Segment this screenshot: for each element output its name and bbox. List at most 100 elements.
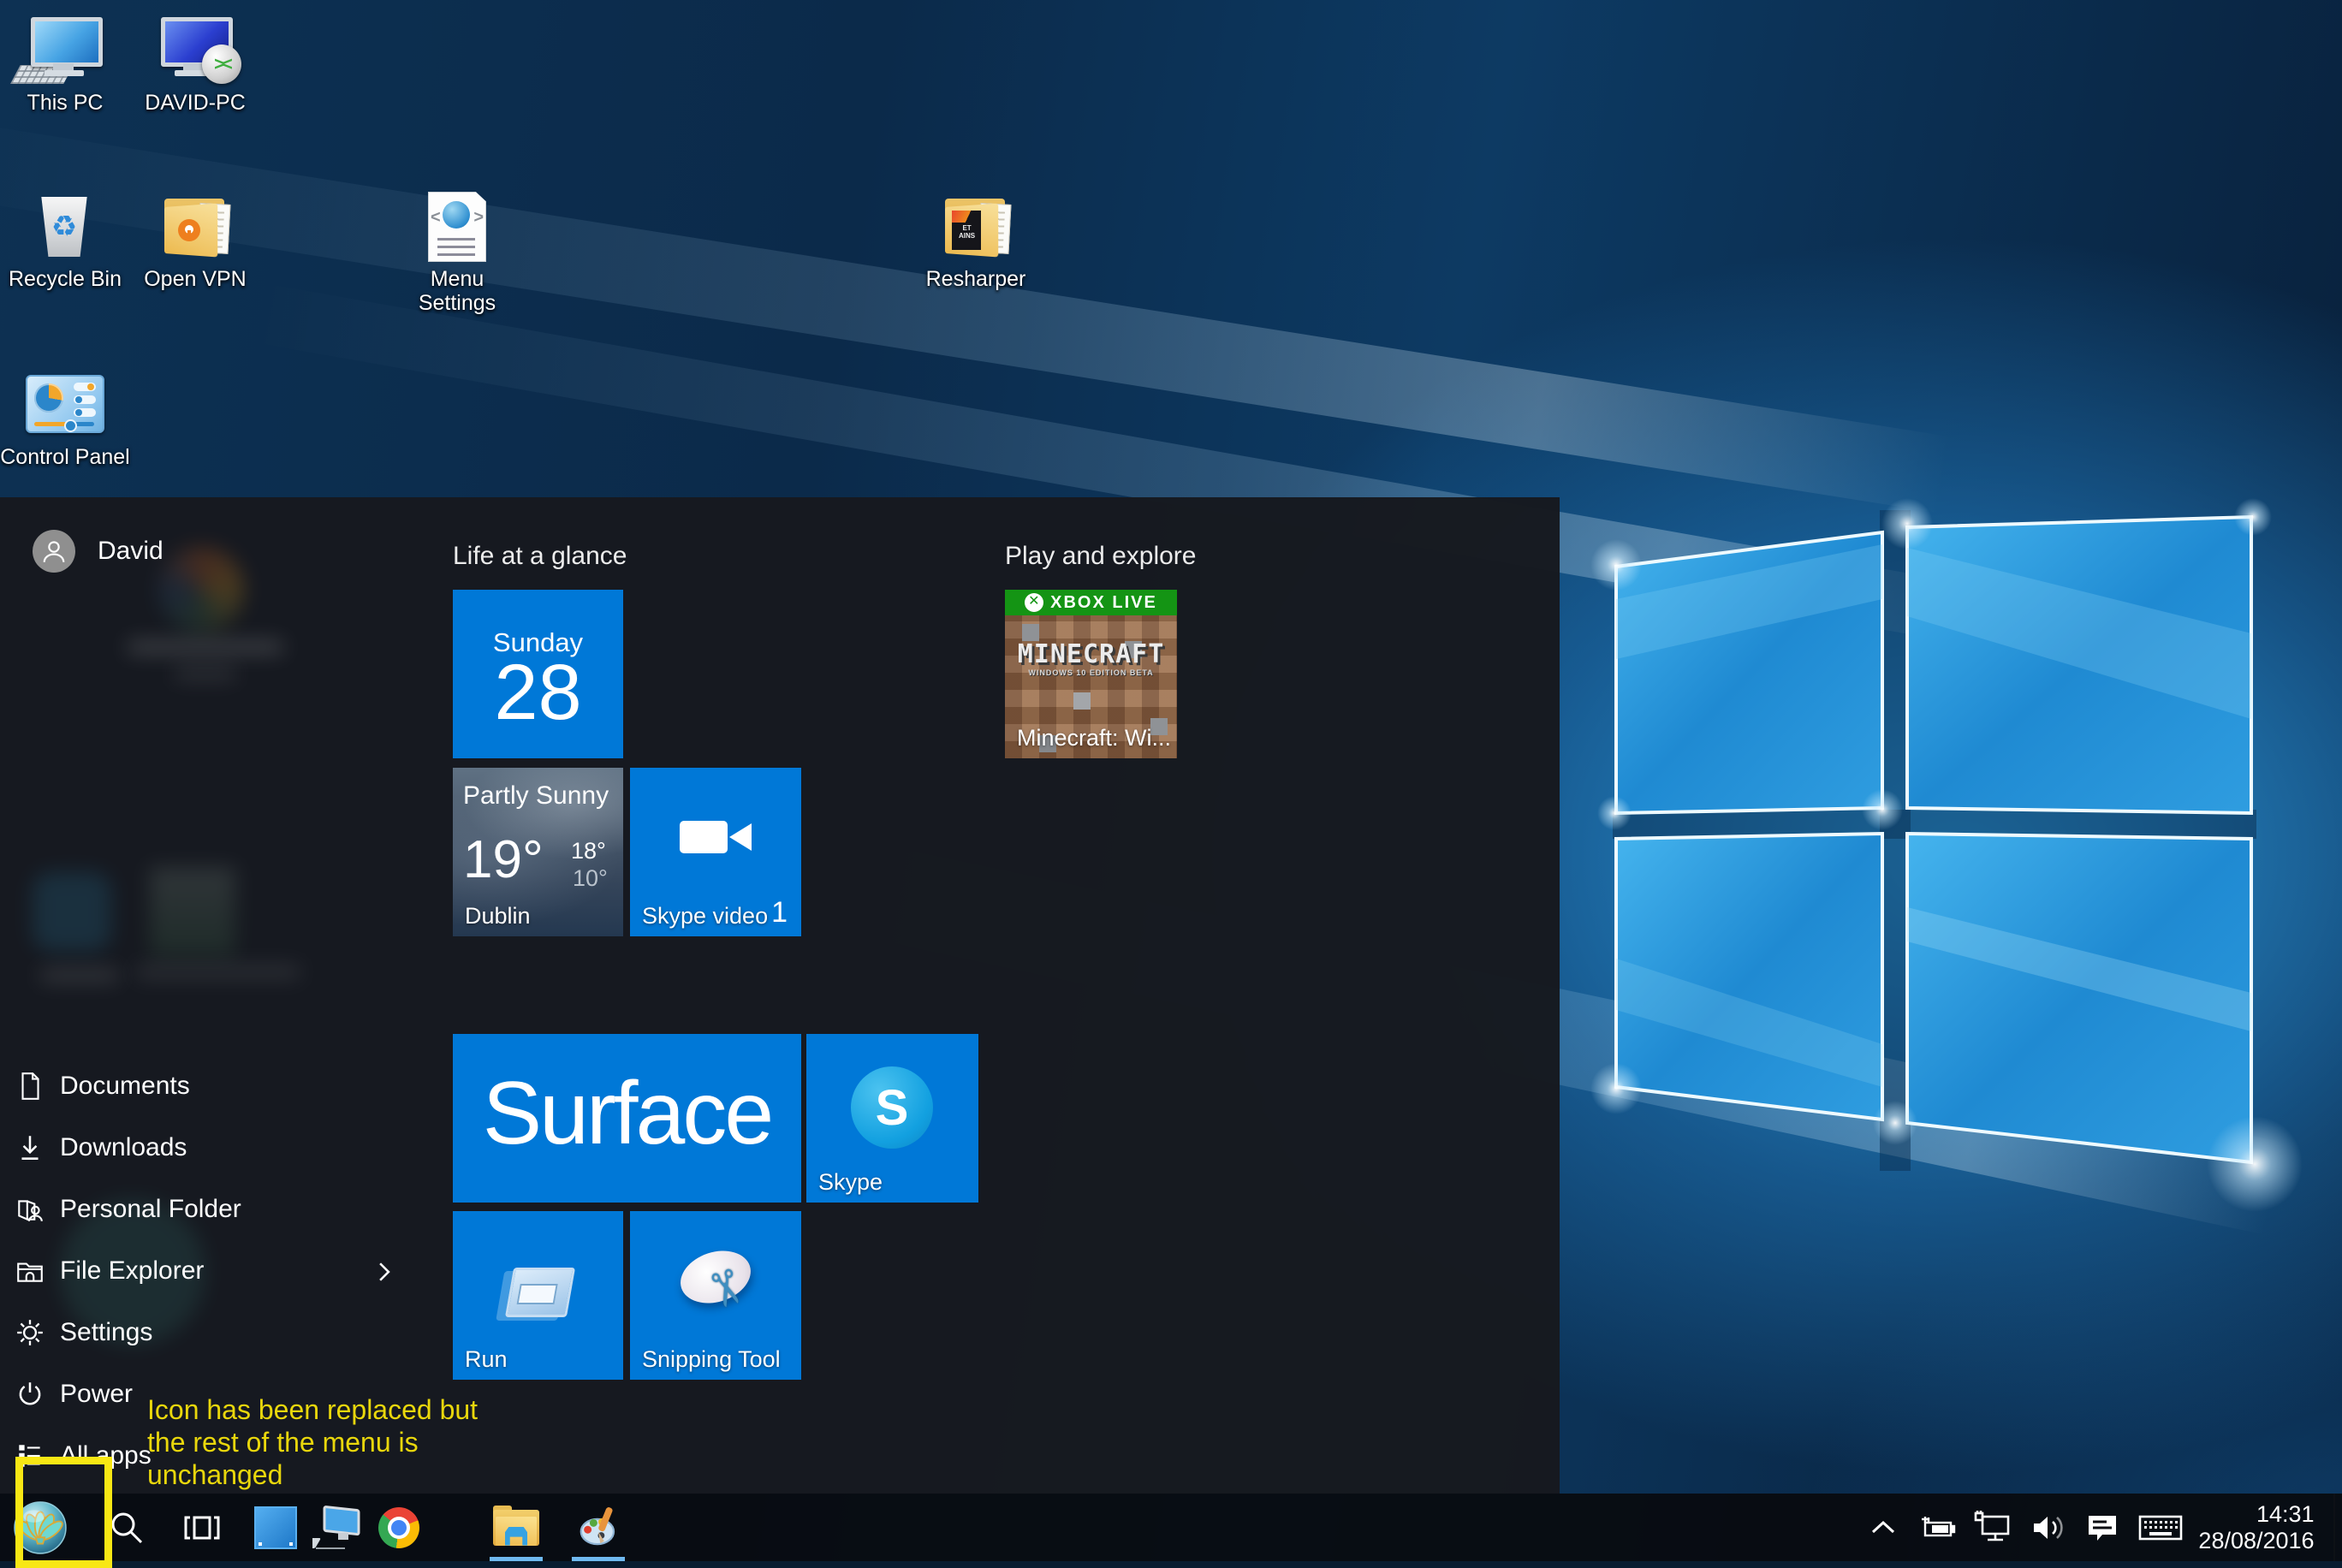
weather-low: 10°: [573, 865, 608, 892]
tile-minecraft[interactable]: XBOX LIVE MINECRAFT WINDOWS 10 EDITION B…: [1005, 590, 1177, 758]
sidebar-item-label: Power: [60, 1380, 133, 1409]
taskbar-app-paint[interactable]: [572, 1494, 625, 1561]
desktop-icon-resharper[interactable]: Resharper: [911, 188, 1041, 291]
ghost-icon: [158, 547, 244, 633]
chevron-up-icon: [1869, 1518, 1898, 1538]
download-icon: [0, 1132, 60, 1163]
tile-label: Snipping Tool: [642, 1346, 781, 1373]
run-window-icon: [505, 1268, 575, 1317]
desktop-icon-this-pc[interactable]: This PC: [0, 12, 130, 115]
tray-clock[interactable]: 14:31 28/08/2016: [2188, 1494, 2325, 1561]
taskbar-app-chrome[interactable]: [373, 1494, 425, 1561]
desktop-icon-recycle-bin[interactable]: ♻ Recycle Bin: [0, 188, 130, 291]
taskbar-app-file-explorer[interactable]: [490, 1494, 543, 1561]
desktop-icon-control-panel[interactable]: Control Panel: [0, 366, 130, 469]
search-icon: [107, 1508, 146, 1547]
sidebar-item-documents[interactable]: Documents: [0, 1062, 402, 1110]
paint-icon: [575, 1505, 621, 1551]
desktop-icon-label: Menu Settings: [392, 267, 522, 315]
task-view-icon: [181, 1507, 223, 1548]
file-explorer-icon: [0, 1256, 60, 1286]
sidebar-item-label: Settings: [60, 1318, 152, 1347]
tray-action-center-button[interactable]: [2078, 1494, 2126, 1561]
tray-network-button[interactable]: [1969, 1494, 2017, 1561]
chevron-right-icon: [375, 1261, 394, 1283]
taskbar-app-remote-desktop[interactable]: [310, 1494, 363, 1561]
weather-temp: 19°: [463, 829, 544, 890]
sidebar-item-downloads[interactable]: Downloads: [0, 1124, 402, 1172]
surface-logo-text: Surface: [453, 1063, 801, 1165]
computer-icon: [312, 1506, 360, 1550]
power-icon: [0, 1379, 60, 1410]
sidebar-item-label: Personal Folder: [60, 1195, 241, 1224]
task-view-button[interactable]: [176, 1494, 228, 1561]
tile-weather[interactable]: Partly Sunny 19° 18° 10° Dublin: [453, 768, 623, 936]
resharper-folder-icon: [911, 188, 1041, 264]
tray-volume-button[interactable]: [2024, 1494, 2072, 1561]
desktop-icon-menu-settings[interactable]: <> Menu Settings: [392, 188, 522, 315]
tile-calendar[interactable]: Sunday 28: [453, 590, 623, 758]
sidebar-item-settings[interactable]: Settings: [0, 1309, 402, 1357]
start-menu: David Documents Downloads Personal Folde…: [0, 497, 1560, 1494]
personal-folder-icon: [0, 1194, 60, 1225]
group-title-life-at-a-glance: Life at a glance: [453, 542, 627, 571]
keyboard-icon: [2137, 1512, 2184, 1544]
clock-time: 14:31: [2198, 1501, 2314, 1528]
tile-run[interactable]: Run: [453, 1211, 623, 1380]
tray-battery-button[interactable]: [1914, 1494, 1962, 1561]
clock-date: 28/08/2016: [2198, 1528, 2314, 1554]
tray-hidden-icons-button[interactable]: [1859, 1494, 1907, 1561]
desktop-icon-david-pc[interactable]: ><: [130, 12, 260, 115]
xbox-live-label: XBOX LIVE: [1050, 593, 1157, 613]
user-name: David: [98, 537, 163, 566]
tile-label: Run: [465, 1346, 508, 1373]
annotation-note: Icon has been replaced but the rest of t…: [147, 1393, 478, 1491]
recycle-bin-icon: ♻: [0, 188, 130, 264]
weather-high: 18°: [571, 838, 606, 864]
speaker-icon: [2027, 1511, 2068, 1545]
tile-label: Skype: [818, 1169, 883, 1196]
tile-skype-video[interactable]: Skype video 1: [630, 768, 801, 936]
desktop-icon-open-vpn[interactable]: Open VPN: [130, 188, 260, 291]
annotation-line: the rest of the menu is: [147, 1426, 478, 1458]
sidebar-item-file-explorer[interactable]: File Explorer: [0, 1247, 402, 1295]
weather-condition: Partly Sunny: [463, 781, 609, 811]
taskbar-app-blue[interactable]: [250, 1494, 301, 1561]
xbox-logo-icon: [1025, 593, 1043, 612]
annotation-line: Icon has been replaced but: [147, 1393, 478, 1426]
chrome-icon: [378, 1507, 419, 1548]
sidebar-item-personal-folder[interactable]: Personal Folder: [0, 1185, 402, 1233]
remote-pc-icon: ><: [130, 12, 260, 87]
tile-label: Minecraft: Wi...: [1017, 725, 1171, 751]
html-document-icon: <>: [392, 188, 522, 264]
tile-label: Skype video: [642, 903, 768, 930]
ghost-icon: [150, 867, 235, 956]
tile-snipping-tool[interactable]: ✂ Snipping Tool: [630, 1211, 801, 1380]
skype-logo-icon: S: [851, 1066, 933, 1149]
annotation-line: unchanged: [147, 1458, 478, 1491]
tile-skype[interactable]: S Skype: [806, 1034, 978, 1203]
user-account[interactable]: David: [33, 530, 163, 573]
ghost-label: [137, 966, 300, 977]
desktop-icon-label: Resharper: [911, 267, 1041, 291]
ghost-icon: [33, 872, 111, 951]
tile-surface[interactable]: Surface: [453, 1034, 801, 1203]
taskbar: 14:31 28/08/2016: [0, 1494, 2342, 1561]
video-camera-icon: [680, 821, 728, 853]
sidebar-item-label: File Explorer: [60, 1256, 204, 1286]
calendar-date: 28: [453, 648, 623, 738]
battery-charging-icon: [1918, 1511, 1958, 1545]
document-icon: [0, 1071, 60, 1102]
control-panel-icon: [0, 366, 130, 442]
remote-desktop-badge-icon: ><: [202, 45, 241, 84]
group-title-play-and-explore: Play and explore: [1005, 542, 1196, 571]
gear-icon: [0, 1317, 60, 1348]
desktop-icon-label: Recycle Bin: [0, 267, 130, 291]
desktop-icon-label: This PC: [0, 91, 130, 115]
sidebar-item-label: Documents: [60, 1072, 190, 1101]
notification-badge: 1: [771, 896, 788, 930]
ghost-label: [175, 668, 235, 679]
minecraft-logo: MINECRAFT: [1005, 639, 1177, 669]
xbox-live-banner: XBOX LIVE: [1005, 590, 1177, 615]
tray-touch-keyboard-button[interactable]: [2133, 1494, 2188, 1561]
